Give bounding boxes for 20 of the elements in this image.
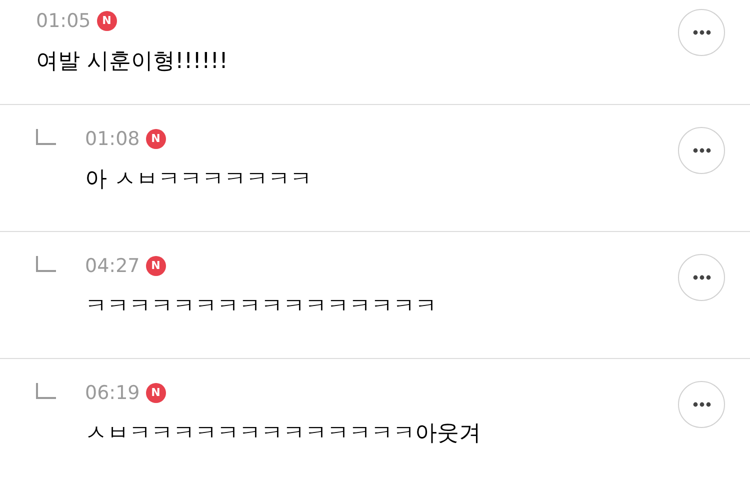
comment-text: ㅋㅋㅋㅋㅋㅋㅋㅋㅋㅋㅋㅋㅋㅋㅋㅋ bbox=[85, 293, 438, 321]
comment-time: 01:08 bbox=[85, 126, 140, 152]
new-badge: N bbox=[96, 11, 117, 31]
comment-time: 04:27 bbox=[85, 254, 140, 279]
new-badge: N bbox=[146, 256, 166, 276]
comment-time: 01:05 bbox=[36, 8, 91, 34]
new-badge: N bbox=[146, 129, 166, 149]
more-icon bbox=[692, 30, 710, 35]
more-icon bbox=[692, 402, 710, 407]
more-button[interactable] bbox=[678, 9, 725, 56]
more-icon bbox=[692, 275, 710, 280]
more-button[interactable] bbox=[678, 127, 725, 174]
new-badge: N bbox=[146, 383, 166, 403]
more-button[interactable] bbox=[678, 381, 725, 428]
comment-time: 06:19 bbox=[85, 380, 140, 406]
more-button[interactable] bbox=[678, 254, 725, 301]
comment-text: 여발 시훈이형!!!!!! bbox=[36, 48, 229, 76]
comment-text: ㅅㅂㅋㅋㅋㅋㅋㅋㅋㅋㅋㅋㅋㅋㅋ아웃겨 bbox=[85, 420, 482, 448]
comment-text: 아 ㅅㅂㅋㅋㅋㅋㅋㅋㅋ bbox=[85, 166, 313, 194]
more-icon bbox=[692, 148, 710, 153]
